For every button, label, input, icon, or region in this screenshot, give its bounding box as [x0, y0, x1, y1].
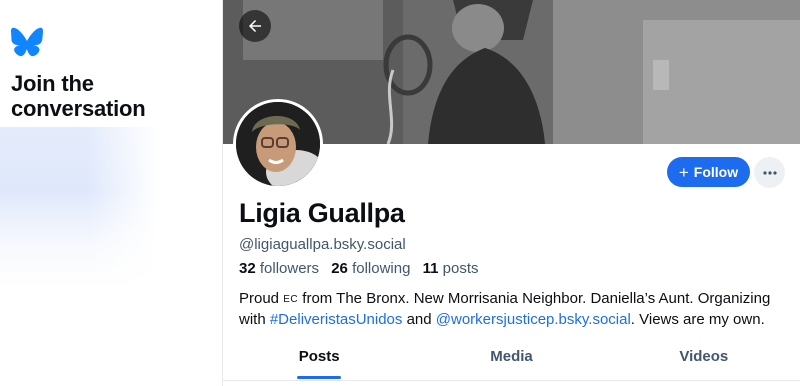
- tab-label: Videos: [679, 348, 729, 365]
- tab-videos[interactable]: Videos: [608, 340, 800, 380]
- sidebar-gradient: [0, 127, 158, 287]
- tab-label: Posts: [298, 348, 340, 365]
- more-options-button[interactable]: [754, 157, 785, 188]
- mention-link[interactable]: @workersjusticep.bsky.social: [436, 311, 631, 328]
- bio-text: Proud: [239, 290, 284, 307]
- profile-bio: Proud EC from The Bronx. New Morrisania …: [239, 289, 789, 330]
- tabs-divider: [223, 380, 800, 381]
- profile-main: + Follow Ligia Guallpa @ligiaguallpa.bsk…: [223, 0, 800, 386]
- plus-icon: +: [678, 162, 689, 182]
- profile-handle: @ligiaguallpa.bsky.social: [239, 236, 406, 253]
- sidebar: Join the conversation: [0, 0, 222, 386]
- join-title: Join the conversation: [11, 71, 146, 121]
- posts-count: 11: [422, 260, 439, 277]
- hashtag-link[interactable]: #DeliveristasUnidos: [270, 311, 403, 328]
- profile-name: Ligia Guallpa: [239, 198, 405, 228]
- following-stat[interactable]: 26 following: [331, 260, 410, 277]
- following-count: 26: [331, 260, 348, 277]
- tab-label: Media: [490, 348, 533, 365]
- avatar-photo: [236, 102, 320, 186]
- tab-media[interactable]: Media: [415, 340, 607, 380]
- avatar[interactable]: [233, 99, 323, 189]
- butterfly-icon[interactable]: [11, 27, 43, 57]
- follow-button[interactable]: + Follow: [667, 157, 750, 187]
- bio-text: and: [402, 311, 436, 328]
- active-tab-indicator: [297, 376, 342, 379]
- back-button[interactable]: [239, 10, 271, 42]
- posts-label: posts: [442, 260, 479, 277]
- profile-stats: 32 followers 26 following 11 posts: [239, 260, 479, 277]
- profile-tabs: Posts Media Videos: [223, 340, 800, 380]
- arrow-left-icon: [249, 20, 261, 32]
- followers-label: followers: [259, 260, 320, 277]
- following-label: following: [352, 260, 411, 277]
- followers-count: 32: [239, 260, 256, 277]
- followers-stat[interactable]: 32 followers: [239, 260, 319, 277]
- posts-stat: 11 posts: [423, 260, 479, 277]
- bio-text: . Views are my own.: [630, 311, 765, 328]
- follow-label: Follow: [693, 164, 739, 180]
- tab-posts[interactable]: Posts: [223, 340, 415, 380]
- ellipsis-icon: [762, 170, 777, 175]
- flag-ec-icon: EC: [283, 294, 299, 305]
